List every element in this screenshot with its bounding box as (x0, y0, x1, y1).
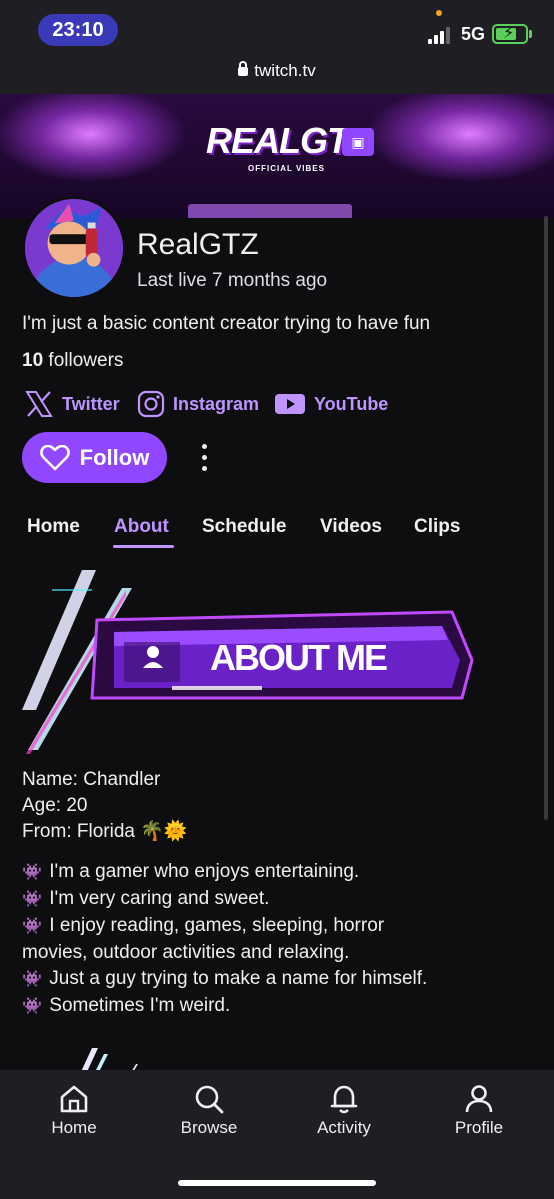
follow-label: Follow (79, 444, 150, 470)
x-icon (25, 391, 53, 417)
nav-activity-label: Activity (317, 1118, 371, 1137)
tab-home[interactable]: Home (27, 516, 80, 548)
about-bullets: 👾 I'm a gamer who enjoys entertaining. 👾… (22, 859, 427, 1020)
social-link-twitter[interactable]: Twitter (24, 390, 120, 418)
network-type: 5G (461, 24, 486, 44)
twitch-logo-icon: ▣ (342, 128, 374, 156)
active-tab-indicator (113, 545, 174, 548)
about-bullet: 👾 Just a guy trying to make a name for h… (22, 966, 427, 993)
last-live-text: Last live 7 months ago (137, 270, 328, 291)
follow-button[interactable]: Follow (22, 432, 167, 483)
heart-icon (39, 444, 70, 470)
tab-videos[interactable]: Videos (320, 516, 382, 548)
about-bullet-text: Sometimes I'm weird. (49, 995, 231, 1016)
followers-label: followers (48, 350, 124, 371)
nav-home[interactable]: Home (29, 1084, 119, 1138)
bell-icon (330, 1085, 358, 1114)
about-bullet: 👾 Sometimes I'm weird. (22, 993, 427, 1020)
avatar[interactable] (22, 196, 126, 300)
avatar-image (25, 199, 123, 297)
about-me-panel-image: ABOUT ME (22, 570, 474, 754)
nav-profile-label: Profile (454, 1118, 504, 1137)
nav-home-label: Home (51, 1118, 97, 1137)
channel-bio: I'm just a basic content creator trying … (22, 313, 431, 334)
banner-subtitle: OFFICIAL VIBES (248, 164, 325, 173)
about-bullet-text: Just a guy trying to make a name for him… (49, 968, 428, 989)
page-scrollbar[interactable] (544, 216, 548, 820)
space-invader-icon: 👾 (22, 971, 42, 988)
about-info-age: Age: 20 (22, 795, 88, 816)
about-bullet-text: I enjoy reading, games, sleeping, horror (49, 915, 385, 936)
social-link-youtube[interactable]: YouTube (274, 390, 388, 418)
instagram-icon (137, 390, 165, 418)
tab-clips[interactable]: Clips (414, 516, 460, 548)
about-bullet-text: I'm very caring and sweet. (49, 888, 270, 909)
about-bullet: 👾 I'm very caring and sweet. (22, 886, 427, 913)
nav-profile[interactable]: Profile (434, 1084, 524, 1138)
url-text: twitch.tv (254, 61, 316, 80)
about-me-graphic-text: ABOUT ME (210, 637, 387, 678)
lock-icon (238, 61, 249, 76)
about-bullet: 👾 I enjoy reading, games, sleeping, horr… (22, 913, 427, 940)
status-bar: 23:10 5G ⚡ (0, 0, 554, 56)
tab-about[interactable]: About (114, 516, 169, 548)
banner-social-strip (188, 204, 352, 218)
battery-tip (529, 30, 532, 38)
nav-activity[interactable]: Activity (299, 1084, 389, 1138)
space-invader-icon: 👾 (22, 864, 42, 881)
home-indicator[interactable] (178, 1180, 376, 1186)
followers-number: 10 (22, 350, 44, 371)
channel-name: RealGTZ (137, 228, 259, 261)
about-info-name: Name: Chandler (22, 769, 161, 790)
nav-browse[interactable]: Browse (164, 1084, 254, 1138)
social-label-youtube: YouTube (314, 393, 389, 414)
home-icon (60, 1085, 88, 1113)
followers-count: 10 followers (22, 350, 123, 372)
person-icon (465, 1085, 493, 1113)
battery-icon: ⚡ (492, 24, 528, 44)
social-label-twitter: Twitter (62, 393, 120, 414)
about-info-from: From: Florida 🌴🌞 (22, 821, 188, 842)
search-icon (195, 1085, 224, 1114)
social-label-instagram: Instagram (173, 393, 260, 414)
nav-browse-label: Browse (180, 1118, 238, 1137)
about-bullet-continuation: movies, outdoor activities and relaxing. (22, 942, 350, 963)
space-invader-icon: 👾 (22, 998, 42, 1015)
status-time: 23:10 (38, 14, 118, 46)
about-bullet: 👾 I'm a gamer who enjoys entertaining. (22, 859, 427, 886)
youtube-icon (275, 394, 305, 414)
tab-schedule[interactable]: Schedule (202, 516, 286, 548)
browser-url-bar[interactable]: twitch.tv (0, 56, 554, 94)
privacy-indicator-dot (436, 10, 442, 16)
about-info: Name: Chandler Age: 20 From: Florida 🌴🌞 (22, 767, 188, 845)
about-bullet-text: I'm a gamer who enjoys entertaining. (49, 861, 360, 882)
space-invader-icon: 👾 (22, 918, 42, 935)
social-link-instagram[interactable]: Instagram (137, 390, 259, 418)
channel-tabs: Home About Schedule Videos Clips (0, 516, 554, 552)
space-invader-icon: 👾 (22, 891, 42, 908)
more-options-icon[interactable] (195, 440, 213, 476)
signal-icon (428, 26, 454, 44)
